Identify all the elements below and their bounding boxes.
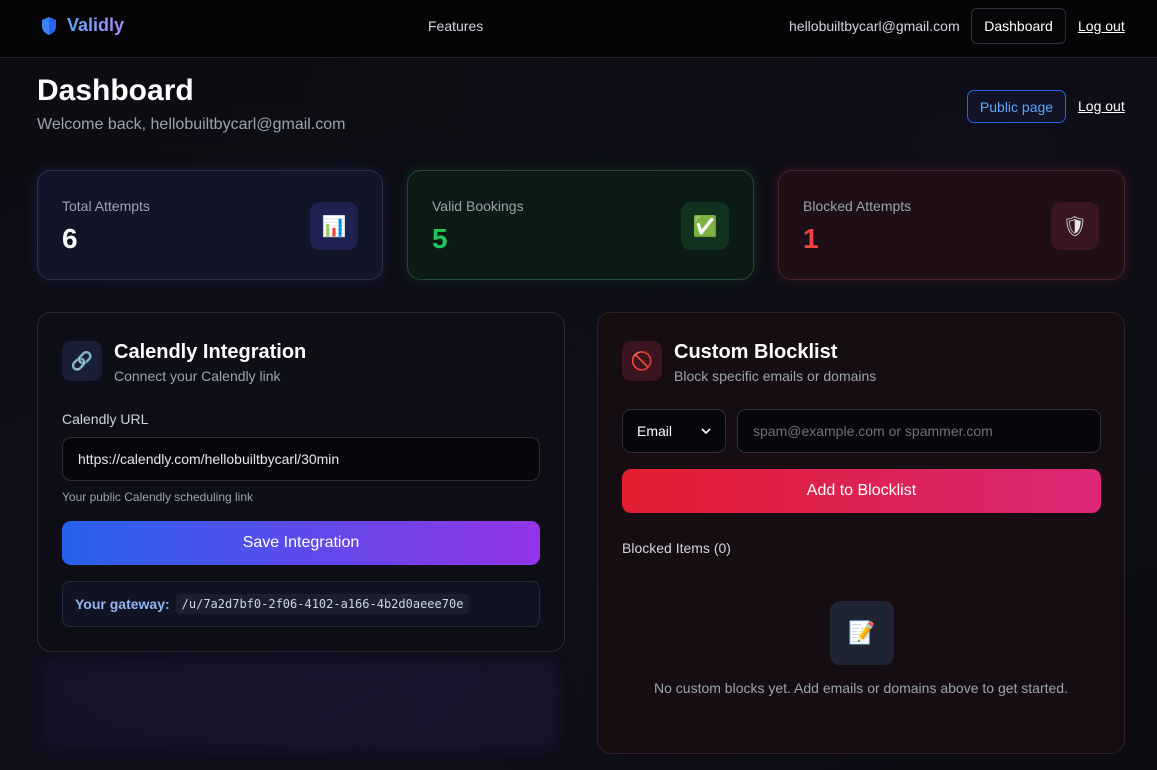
block-type-value: Email [637, 423, 673, 439]
block-type-select[interactable]: Email [622, 409, 726, 453]
gateway-label: Your gateway: [75, 596, 170, 612]
stat-card-valid-bookings: Valid Bookings 5 ✅ [407, 170, 754, 280]
block-value-input[interactable] [737, 409, 1101, 453]
stat-label: Valid Bookings [432, 198, 524, 214]
calendly-integration-panel: 🔗 Calendly Integration Connect your Cale… [37, 312, 565, 652]
prohibited-icon: 🚫 [622, 341, 662, 381]
stat-card-total-attempts: Total Attempts 6 📊 [37, 170, 383, 280]
empty-state-text: No custom blocks yet. Add emails or doma… [654, 680, 1068, 696]
stat-value: 6 [62, 223, 78, 254]
bar-chart-icon: 📊 [310, 202, 358, 250]
panel-title: Custom Blocklist [674, 341, 838, 363]
dashboard-button[interactable]: Dashboard [971, 8, 1066, 44]
panel-subtitle: Block specific emails or domains [674, 368, 877, 384]
link-icon: 🔗 [62, 341, 102, 381]
shield-icon: 🛡 [1051, 202, 1099, 250]
stat-label: Total Attempts [62, 198, 150, 214]
add-to-blocklist-button[interactable]: Add to Blocklist [622, 469, 1101, 513]
panel-glow [42, 660, 558, 750]
calendly-url-label: Calendly URL [62, 411, 149, 427]
check-icon: ✅ [681, 202, 729, 250]
top-nav: Validly Features hellobuiltbycarl@gmail.… [0, 0, 1157, 58]
brand[interactable]: Validly [40, 15, 124, 36]
custom-blocklist-panel: 🚫 Custom Blocklist Block specific emails… [597, 312, 1125, 754]
brand-name: Validly [67, 15, 125, 35]
public-page-button[interactable]: Public page [967, 90, 1066, 123]
nav-features-link[interactable]: Features [428, 18, 483, 34]
chevron-down-icon [701, 428, 711, 434]
shield-logo-icon [42, 16, 56, 35]
stat-value: 5 [432, 223, 448, 254]
gateway-path[interactable]: /u/7a2d7bf0-2f06-4102-a166-4b2d0aeee70e [175, 594, 470, 614]
calendly-url-help: Your public Calendly scheduling link [62, 490, 254, 504]
calendly-url-input[interactable] [62, 437, 540, 481]
welcome-text: Welcome back, hellobuiltbycarl@gmail.com [37, 116, 346, 133]
page-title: Dashboard [37, 74, 194, 107]
panel-subtitle: Connect your Calendly link [114, 368, 281, 384]
header-logout-link[interactable]: Log out [1078, 98, 1125, 114]
blocked-items-heading: Blocked Items (0) [622, 540, 731, 556]
panel-title: Calendly Integration [114, 341, 307, 363]
save-integration-button[interactable]: Save Integration [62, 521, 540, 565]
gateway-box: Your gateway: /u/7a2d7bf0-2f06-4102-a166… [62, 581, 540, 627]
user-email: hellobuiltbycarl@gmail.com [789, 18, 960, 34]
stat-value: 1 [803, 223, 819, 254]
stat-card-blocked-attempts: Blocked Attempts 1 🛡 [778, 170, 1125, 280]
nav-logout-link[interactable]: Log out [1078, 18, 1125, 34]
memo-icon: 📝 [830, 601, 894, 665]
stat-label: Blocked Attempts [803, 198, 912, 214]
